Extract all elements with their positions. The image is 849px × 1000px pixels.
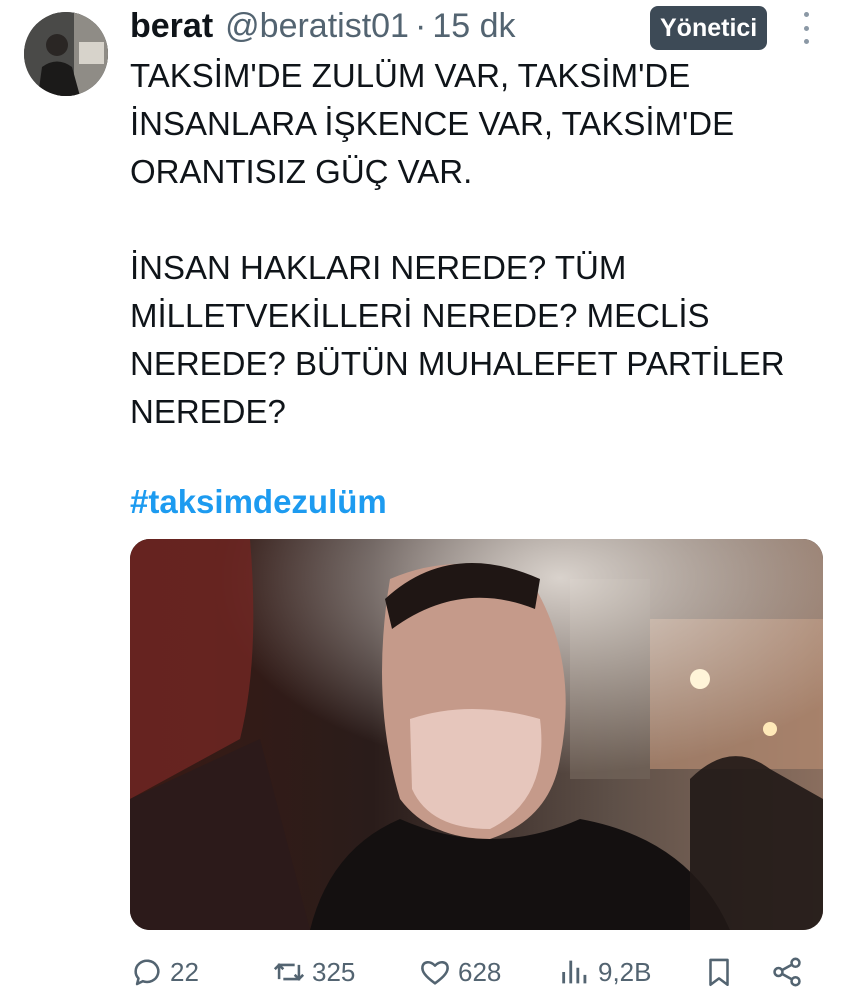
more-vertical-icon[interactable] — [796, 12, 816, 44]
like-count: 628 — [458, 956, 502, 987]
reply-bubble-icon — [134, 959, 160, 986]
views-count: 9,2B — [598, 956, 652, 987]
author-name[interactable]: berat — [130, 7, 213, 46]
post-paragraph: İNSAN HAKLARI NEREDE? TÜM MİLLETVEKİLLER… — [130, 249, 785, 430]
bookmark-button[interactable] — [702, 950, 736, 994]
action-bar: 22 325 628 9,2B — [130, 950, 830, 994]
post-time[interactable]: 15 dk — [432, 7, 515, 46]
author-handle[interactable]: @beratist01 — [225, 7, 409, 46]
share-button[interactable] — [770, 950, 804, 994]
hashtag-link[interactable]: #taksimdezulüm — [130, 478, 387, 526]
post-header: berat @beratist01 · 15 dk — [130, 4, 516, 48]
role-badge: Yönetici — [650, 6, 768, 50]
repost-count: 325 — [312, 956, 356, 987]
repost-button[interactable]: 325 — [272, 950, 355, 994]
reply-count: 22 — [170, 956, 199, 987]
author-avatar[interactable] — [24, 12, 108, 96]
bar-chart-icon — [562, 960, 587, 984]
reply-button[interactable]: 22 — [130, 950, 199, 994]
bookmark-icon — [709, 958, 729, 987]
header-separator: · — [414, 6, 427, 45]
share-icon — [773, 957, 801, 987]
repost-arrows-icon — [273, 963, 305, 981]
post-photo[interactable] — [130, 539, 823, 930]
post-text: TAKSİM'DE ZULÜM VAR, TAKSİM'DE İNSANLARA… — [130, 52, 830, 436]
views-button[interactable]: 9,2B — [558, 950, 652, 994]
post-paragraph: TAKSİM'DE ZULÜM VAR, TAKSİM'DE İNSANLARA… — [130, 57, 735, 190]
like-button[interactable]: 628 — [418, 950, 501, 994]
heart-icon — [421, 961, 449, 985]
